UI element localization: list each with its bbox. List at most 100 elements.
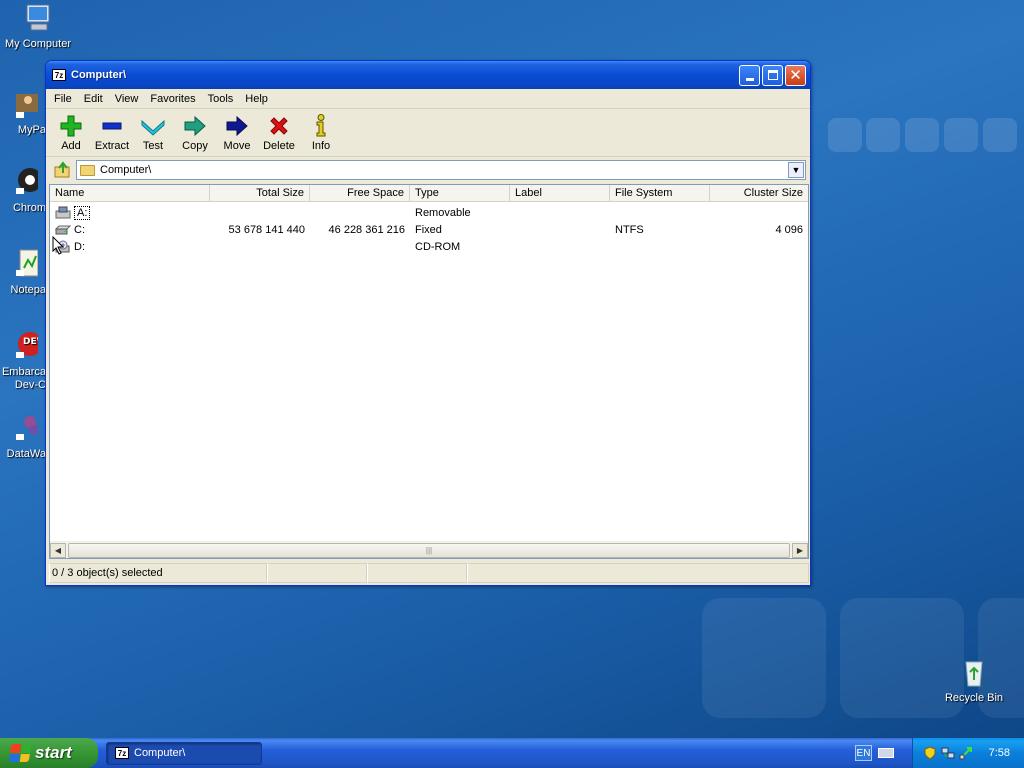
notepad-icon xyxy=(6,248,39,280)
taskbar-item-7zip[interactable]: 7z Computer\ xyxy=(106,741,262,765)
extract-button[interactable]: Extract xyxy=(92,112,132,152)
mouse-cursor-icon xyxy=(52,236,64,255)
keyboard-icon[interactable] xyxy=(878,748,894,758)
add-button[interactable]: Add xyxy=(50,112,92,152)
column-header-cluster-size[interactable]: Cluster Size xyxy=(710,185,808,201)
minus-icon xyxy=(92,112,132,140)
check-icon xyxy=(132,112,174,140)
start-label: start xyxy=(35,743,72,762)
language-indicator[interactable]: EN xyxy=(855,745,872,761)
status-panel xyxy=(267,563,367,583)
7zip-icon: 7z xyxy=(52,69,66,81)
window-title: Computer\ xyxy=(71,69,126,81)
menu-tools[interactable]: Tools xyxy=(202,93,240,105)
copy-label: Copy xyxy=(182,140,208,152)
desktop-decoration xyxy=(866,118,900,152)
scroll-right-button[interactable]: ▶ xyxy=(792,542,808,558)
info-button[interactable]: Info xyxy=(300,112,342,152)
move-button[interactable]: Move xyxy=(216,112,258,152)
scroll-thumb[interactable]: ||| xyxy=(68,542,790,558)
toolbar: Add Extract Test Copy Move Delete Info xyxy=(46,109,810,157)
menu-view[interactable]: View xyxy=(109,93,145,105)
info-icon xyxy=(300,112,342,140)
minimize-icon xyxy=(745,77,754,81)
drive-name: A: xyxy=(74,205,91,220)
row-name-cell: C: xyxy=(50,223,210,236)
extract-label: Extract xyxy=(94,140,130,152)
row-name-cell: A: xyxy=(50,205,210,220)
menu-favorites[interactable]: Favorites xyxy=(144,93,201,105)
grip-icon: ||| xyxy=(425,545,433,555)
test-button[interactable]: Test xyxy=(132,112,174,152)
status-selection: 0 / 3 object(s) selected xyxy=(49,563,267,583)
copy-button[interactable]: Copy xyxy=(174,112,216,152)
chevron-right-icon: ▶ xyxy=(796,545,804,555)
address-combobox[interactable]: Computer\ ▼ xyxy=(76,160,806,180)
table-row[interactable]: D: CD-ROM xyxy=(50,238,808,255)
desktop-decoration xyxy=(983,118,1017,152)
close-button[interactable]: ✕ xyxy=(785,64,806,86)
close-icon: ✕ xyxy=(789,66,802,84)
row-total-size: 53 678 141 440 xyxy=(228,223,305,236)
maximize-icon xyxy=(767,70,778,80)
desktop-icon-recycle-bin[interactable]: Recycle Bin xyxy=(936,656,1012,705)
column-header-name[interactable]: Name xyxy=(50,185,210,201)
minimize-button[interactable] xyxy=(739,64,760,86)
network-icon[interactable] xyxy=(941,746,955,760)
start-button[interactable]: start xyxy=(0,738,98,768)
datawa-icon xyxy=(6,412,39,444)
floppy-drive-icon xyxy=(55,206,71,219)
status-panel xyxy=(367,563,467,583)
horizontal-scrollbar[interactable]: ◀ ||| ▶ xyxy=(50,541,808,558)
column-header-type[interactable]: Type xyxy=(410,185,510,201)
desktop-icon-my-computer[interactable]: My Computer xyxy=(0,2,76,51)
up-folder-button[interactable] xyxy=(50,160,76,180)
chrome-icon xyxy=(6,166,42,198)
desktop-decoration xyxy=(905,118,939,152)
drive-name: C: xyxy=(74,223,85,236)
scroll-left-button[interactable]: ◀ xyxy=(50,542,66,558)
desktop-icon-label: My Computer xyxy=(4,38,72,50)
desktop-decoration xyxy=(828,118,862,152)
file-manager-window[interactable]: 7z Computer\ ✕ File Edit View Favorites … xyxy=(45,60,811,586)
folder-icon xyxy=(80,164,95,176)
row-cluster-size: 4 096 xyxy=(775,223,803,236)
shield-icon[interactable] xyxy=(923,746,937,760)
window-titlebar[interactable]: 7z Computer\ ✕ xyxy=(46,61,810,89)
row-type: CD-ROM xyxy=(415,240,461,253)
column-header-file-system[interactable]: File System xyxy=(610,185,710,201)
plus-icon xyxy=(50,112,92,140)
column-header-free-space[interactable]: Free Space xyxy=(310,185,410,201)
table-row[interactable]: C: 53 678 141 440 46 228 361 216 Fixed N… xyxy=(50,221,808,238)
address-text: Computer\ xyxy=(100,164,152,176)
menu-file[interactable]: File xyxy=(48,93,78,105)
delete-label: Delete xyxy=(263,140,295,152)
drive-list[interactable]: Name Total Size Free Space Type Label Fi… xyxy=(49,184,809,559)
taskbar: start 7z Computer\ EN 7:58 xyxy=(0,738,1024,768)
address-bar: Computer\ ▼ xyxy=(46,157,810,183)
folder-up-icon xyxy=(54,161,70,178)
test-label: Test xyxy=(142,140,164,152)
clock[interactable]: 7:58 xyxy=(989,747,1010,759)
column-header-total-size[interactable]: Total Size xyxy=(210,185,310,201)
row-free-space: 46 228 361 216 xyxy=(328,223,405,236)
menu-help[interactable]: Help xyxy=(239,93,274,105)
windows-logo-icon xyxy=(8,744,32,762)
row-name-cell: D: xyxy=(50,240,210,253)
hard-drive-icon xyxy=(55,225,71,235)
svg-text:DEV: DEV xyxy=(23,337,38,347)
column-headers: Name Total Size Free Space Type Label Fi… xyxy=(50,185,808,202)
scroll-track[interactable]: ||| xyxy=(66,542,792,558)
delete-button[interactable]: Delete xyxy=(258,112,300,152)
add-label: Add xyxy=(61,140,81,152)
maximize-button[interactable] xyxy=(762,64,783,86)
7zip-icon: 7z xyxy=(115,747,129,759)
column-header-label[interactable]: Label xyxy=(510,185,610,201)
table-row[interactable]: A: Removable xyxy=(50,204,808,221)
menu-edit[interactable]: Edit xyxy=(78,93,109,105)
drive-name: D: xyxy=(74,240,85,253)
safely-remove-hardware-icon[interactable] xyxy=(959,746,973,760)
status-panel xyxy=(467,563,809,583)
arrow-right-icon xyxy=(216,112,258,140)
address-dropdown-button[interactable]: ▼ xyxy=(788,162,804,178)
